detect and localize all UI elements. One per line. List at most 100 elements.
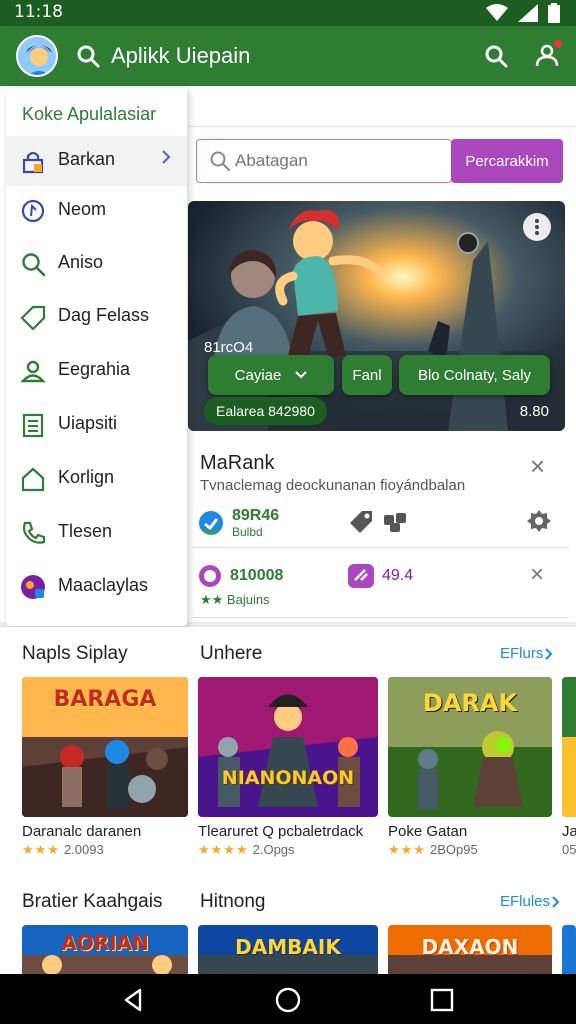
drawer-item-label: Neom bbox=[58, 199, 107, 219]
drawer-item-dag-felass[interactable]: Dag Felass bbox=[6, 292, 187, 342]
search-button[interactable]: Percarakkim bbox=[451, 139, 563, 183]
recents-icon[interactable] bbox=[428, 986, 456, 1014]
game-thumb-title: BARAGA bbox=[53, 687, 157, 712]
drawer-item-uiapsiti[interactable]: Uiapsiti bbox=[6, 400, 187, 450]
game-card[interactable]: BARAGA Daranalc daranen ★★★ 2.0093 bbox=[22, 677, 188, 858]
rank-card[interactable]: MaRank Tvnaclemag deockunanan fioyándbal… bbox=[192, 441, 569, 548]
drawer-item-tlesen[interactable]: Tlesen bbox=[6, 508, 187, 558]
search-icon[interactable] bbox=[76, 44, 100, 68]
chevron-right-icon bbox=[545, 647, 553, 660]
banner-button-2[interactable]: Fanl bbox=[342, 355, 392, 395]
home-icon bbox=[20, 466, 46, 492]
game-thumb-title: DAMBAIK bbox=[235, 935, 341, 959]
game-thumb-title: AORIAN bbox=[61, 931, 149, 955]
game-title: Poke Gatan bbox=[388, 823, 468, 840]
gear-icon[interactable] bbox=[527, 509, 551, 533]
games-section: Napls Siplay Unhere EFlurs BARAGA Darana… bbox=[0, 627, 576, 974]
stars-icon: ★★★ bbox=[388, 842, 426, 857]
circle-icon bbox=[20, 198, 46, 224]
game-thumbnail bbox=[562, 925, 576, 974]
see-more-link[interactable]: EFlules bbox=[500, 893, 560, 910]
section-subtitle: Hitnong bbox=[200, 891, 266, 912]
category-dropdown[interactable]: Cayiae bbox=[208, 355, 334, 395]
rank-stat-value: 89R46 bbox=[232, 507, 280, 524]
game-rating-value: 05 bbox=[562, 842, 576, 857]
wifi-icon bbox=[486, 4, 508, 22]
game-thumbnail: DAMBAIK bbox=[198, 925, 378, 974]
see-more-link[interactable]: EFlurs bbox=[500, 645, 553, 662]
search-box[interactable] bbox=[196, 139, 452, 183]
search-input[interactable] bbox=[235, 148, 445, 174]
rank-stat: 89R46 Bulbd bbox=[198, 507, 279, 539]
game-card[interactable]: DAMBAIK bbox=[198, 925, 378, 974]
rank-stat-label: Bulbd bbox=[232, 525, 263, 539]
drawer-title: Koke Apulalasiar bbox=[22, 104, 157, 124]
status-time: 11:18 bbox=[14, 2, 63, 22]
tag-icon bbox=[20, 304, 46, 330]
stat-row-value-2: 49.4 bbox=[382, 567, 414, 584]
stars-icon: ★★★★ bbox=[198, 842, 249, 857]
more-options-icon[interactable] bbox=[523, 213, 551, 241]
drawer-item-label: Eegrahia bbox=[58, 359, 131, 379]
back-icon[interactable] bbox=[120, 986, 148, 1014]
featured-banner[interactable]: 81rcO4 Cayiae Fanl Blo Colnaty, Saly Eal… bbox=[188, 201, 565, 431]
drawer-item-label: Dag Felass bbox=[58, 305, 150, 325]
rank-subtitle: Tvnaclemag deockunanan fioyándbalan bbox=[200, 477, 466, 494]
drawer-item-barkan[interactable]: Barkan bbox=[6, 136, 187, 186]
divider bbox=[188, 126, 576, 127]
drawer-item-aniso[interactable]: Aniso bbox=[6, 239, 187, 289]
drawer-item-label: Tlesen bbox=[58, 521, 113, 541]
account-settings-icon[interactable] bbox=[534, 40, 562, 68]
tag-icon[interactable] bbox=[348, 509, 374, 533]
avatar[interactable] bbox=[16, 35, 58, 77]
banner-badge: Ealarea 842980 bbox=[204, 397, 327, 425]
close-icon[interactable]: × bbox=[530, 562, 544, 588]
refresh-icon bbox=[198, 510, 224, 536]
banner-button-3[interactable]: Blo Colnaty, Saly bbox=[399, 355, 550, 395]
game-thumb-title: DAXAON bbox=[421, 935, 519, 959]
stat-row[interactable]: 810008 ★★ Bajuins 49.4 × bbox=[192, 556, 569, 618]
drawer-item-maaclaylas[interactable]: Maaclaylas bbox=[6, 562, 187, 612]
drawer-item-label: Barkan bbox=[58, 149, 116, 169]
game-thumbnail: DARAK bbox=[388, 677, 552, 817]
see-more-label: EFlules bbox=[500, 893, 551, 910]
game-thumbnail bbox=[562, 677, 576, 817]
drawer-item-neom[interactable]: Neom bbox=[6, 186, 187, 236]
stat-row-right: 49.4 bbox=[348, 564, 413, 588]
stat-row-sublabel-text: Bajuins bbox=[226, 592, 270, 607]
close-icon[interactable]: × bbox=[530, 453, 545, 479]
game-card[interactable]: DARAK Poke Gatan ★★★ 2BOp95 bbox=[388, 677, 552, 858]
game-rating: ★★★ 2BOp95 bbox=[388, 842, 552, 858]
game-card[interactable]: NIANONAON Tlearuret Q pcbaletrdack ★★★★ 2… bbox=[198, 677, 378, 858]
system-nav-bar bbox=[0, 974, 576, 1024]
puzzle-icon[interactable] bbox=[382, 509, 410, 533]
game-card[interactable]: DAXAON bbox=[388, 925, 552, 974]
category-dropdown-label: Cayiae bbox=[234, 366, 282, 384]
game-rating: 05 bbox=[562, 842, 576, 857]
home-icon[interactable] bbox=[274, 986, 302, 1014]
see-more-label: EFlurs bbox=[500, 645, 544, 662]
game-thumbnail: AORIAN bbox=[22, 925, 188, 974]
game-thumbnail: DAXAON bbox=[388, 925, 552, 974]
document-icon bbox=[20, 412, 46, 438]
game-thumbnail: NIANONAON bbox=[198, 677, 378, 817]
stat-row-value: 810008 bbox=[230, 567, 284, 584]
app-icon bbox=[20, 574, 46, 600]
game-title: Ja bbox=[562, 823, 576, 840]
phone-icon bbox=[20, 520, 46, 546]
game-rating: ★★★★ 2.Opgs bbox=[198, 842, 378, 858]
game-card[interactable]: AORIAN bbox=[22, 925, 188, 974]
search-icon bbox=[20, 251, 46, 277]
stat-row-sublabel: ★★ Bajuins bbox=[200, 592, 270, 608]
stat-row-left: 810008 bbox=[198, 564, 283, 588]
navigation-drawer: Koke Apulalasiar Barkan Neom Aniso Dag F… bbox=[6, 88, 187, 626]
drawer-item-korlign[interactable]: Korlign bbox=[6, 454, 187, 504]
game-card[interactable]: Ja 05 bbox=[562, 677, 576, 857]
toolbar-search-icon[interactable] bbox=[484, 44, 508, 68]
chevron-right-icon bbox=[552, 895, 560, 908]
game-card[interactable] bbox=[562, 925, 576, 974]
drawer-item-eegrahia[interactable]: Eegrahia bbox=[6, 346, 187, 396]
game-rating: ★★★ 2.0093 bbox=[22, 842, 188, 858]
drawer-item-label: Aniso bbox=[58, 252, 104, 272]
battery-icon bbox=[548, 3, 560, 23]
